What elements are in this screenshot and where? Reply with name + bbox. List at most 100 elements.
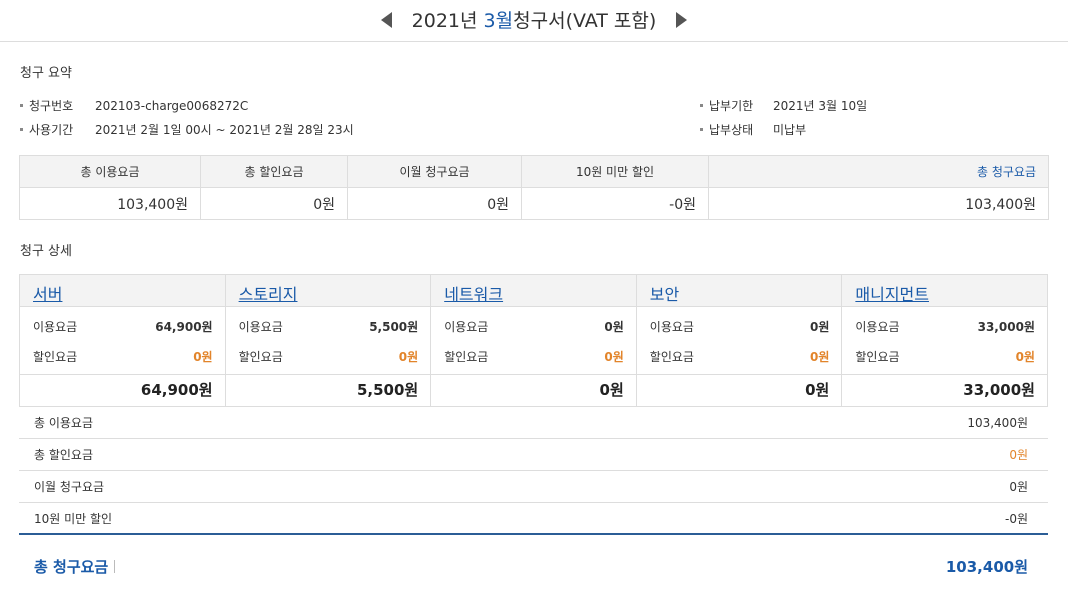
detail-column-management: 매니지먼트 이용요금 33,000원 할인요금 0원 33,000원	[842, 275, 1047, 406]
summary-total-usage: 103,400원	[19, 187, 201, 220]
invoice-title: 2021년 3월청구서(VAT 포함)	[0, 6, 1068, 33]
discount-label: 할인요금	[855, 349, 900, 364]
breakdown-label: 총 할인요금	[34, 448, 94, 462]
discount-line: 할인요금 0원	[444, 341, 624, 371]
grand-total-row: 총 청구요금 103,400원	[19, 548, 1048, 584]
prev-month-icon[interactable]	[380, 12, 392, 28]
summary-header-row: 총 이용요금 총 할인요금 이월 청구요금 10원 미만 할인 총 청구요금	[19, 155, 1049, 188]
due-label: 납부기한	[709, 99, 754, 113]
usage-line: 이용요금 5,500원	[239, 311, 419, 341]
summary-header-total-usage: 총 이용요금	[19, 155, 201, 188]
usage-line: 이용요금 0원	[650, 311, 830, 341]
breakdown-value: 0원	[1009, 448, 1028, 462]
column-header: 서버	[20, 275, 225, 307]
summary-header-rounding: 10원 미만 할인	[521, 155, 709, 188]
grand-total-value: 103,400원	[945, 557, 1028, 576]
column-total: 5,500원	[356, 381, 419, 399]
invoice-no-value: 202103-charge0068272C	[95, 99, 249, 113]
storage-link[interactable]: 스토리지	[239, 285, 298, 304]
breakdown-row-carryover: 이월 청구요금 0원	[19, 471, 1048, 503]
discount-amount: 0원	[604, 349, 624, 364]
due-row: 납부기한 2021년 3월 10일	[700, 97, 867, 114]
due-value: 2021년 3월 10일	[773, 99, 868, 113]
column-header: 보안	[636, 275, 842, 307]
usage-amount: 5,500원	[369, 319, 419, 334]
summary-header-total-billed: 총 청구요금	[708, 155, 1049, 188]
breakdown-value: 103,400원	[967, 416, 1028, 430]
discount-amount: 0원	[1015, 349, 1035, 364]
usage-label: 이용요금	[855, 319, 900, 334]
detail-column-security: 보안 이용요금 0원 할인요금 0원 0원	[636, 275, 843, 406]
breakdown-label: 총 이용요금	[34, 416, 94, 430]
discount-label: 할인요금	[238, 349, 283, 364]
summary-value-row: 103,400원 0원 0원 -0원 103,400원	[19, 187, 1049, 220]
column-total: 0원	[599, 381, 624, 399]
discount-amount: 0원	[398, 349, 419, 364]
discount-label: 할인요금	[649, 349, 694, 364]
discount-label: 할인요금	[444, 349, 489, 364]
detail-column-server: 서버 이용요금 64,900원 할인요금 0원 64,900원	[20, 275, 226, 406]
management-link[interactable]: 매니지먼트	[855, 285, 929, 304]
usage-label: 이용요금	[649, 319, 694, 334]
detail-column-network: 네트워크 이용요금 0원 할인요금 0원 0원	[431, 275, 637, 406]
breakdown-label: 10원 미만 할인	[34, 511, 113, 526]
column-body: 이용요금 33,000원 할인요금 0원	[842, 307, 1047, 375]
invoice-no-label: 청구번호	[29, 99, 74, 113]
summary-carryover: 0원	[347, 187, 522, 220]
title-month: 3월	[483, 10, 514, 32]
usage-label: 이용요금	[444, 319, 489, 334]
bullet-icon	[20, 104, 23, 107]
breakdown-row-total-usage: 총 이용요금 103,400원	[19, 407, 1048, 439]
discount-amount: 0원	[809, 349, 830, 364]
usage-amount: 33,000원	[977, 319, 1035, 334]
invoice-no-row: 청구번호 202103-charge0068272C	[20, 97, 248, 114]
summary-total-discount: 0원	[200, 187, 348, 220]
column-body: 이용요금 0원 할인요금 0원	[431, 307, 636, 375]
title-bar: 2021년 3월청구서(VAT 포함)	[0, 0, 1068, 42]
breakdown-row-total-discount: 총 할인요금 0원	[19, 439, 1048, 471]
discount-line: 할인요금 0원	[855, 341, 1035, 371]
column-total: 33,000원	[963, 381, 1035, 399]
bullet-icon	[20, 128, 23, 131]
status-label: 납부상태	[709, 123, 754, 137]
usage-label: 이용요금	[33, 319, 78, 334]
breakdown-value: -0원	[1004, 511, 1028, 526]
usage-amount: 64,900원	[155, 319, 213, 334]
usage-label: 이용요금	[238, 319, 283, 334]
column-header: 네트워크	[431, 275, 636, 307]
column-total: 64,900원	[140, 381, 213, 399]
period-value: 2021년 2월 1일 00시 ~ 2021년 2월 28일 23시	[95, 123, 354, 137]
server-link[interactable]: 서버	[33, 285, 62, 304]
status-row: 납부상태 미납부	[700, 121, 806, 138]
breakdown-row-rounding: 10원 미만 할인 -0원	[19, 503, 1048, 535]
bullet-icon	[700, 128, 703, 131]
column-total: 0원	[805, 381, 830, 399]
period-row: 사용기간 2021년 2월 1일 00시 ~ 2021년 2월 28일 23시	[20, 121, 354, 138]
grand-total-label: 총 청구요금	[34, 557, 109, 576]
title-year: 2021년	[411, 10, 484, 32]
discount-line: 할인요금 0원	[650, 341, 830, 371]
column-body: 이용요금 0원 할인요금 0원	[636, 307, 842, 375]
column-header: 스토리지	[225, 275, 431, 307]
discount-line: 할인요금 0원	[33, 341, 213, 371]
title-rest: 청구서(VAT 포함)	[513, 10, 657, 32]
usage-amount: 0원	[809, 319, 830, 334]
grand-total-label-wrap: 총 청구요금	[34, 556, 116, 577]
next-month-icon[interactable]	[676, 12, 688, 28]
summary-section-title: 청구 요약	[20, 66, 72, 81]
column-header: 매니지먼트	[842, 275, 1047, 307]
security-label: 보안	[649, 285, 680, 304]
summary-header-total-discount: 총 할인요금	[200, 155, 348, 188]
bullet-icon	[700, 104, 703, 107]
network-link[interactable]: 네트워크	[444, 285, 503, 304]
summary-rounding: -0원	[521, 187, 709, 220]
detail-section-title: 청구 상세	[20, 244, 72, 259]
usage-line: 이용요금 64,900원	[33, 311, 213, 341]
breakdown-value: 0원	[1009, 480, 1028, 494]
discount-line: 할인요금 0원	[239, 341, 419, 371]
discount-label: 할인요금	[33, 349, 78, 364]
discount-amount: 0원	[193, 349, 213, 364]
divider	[114, 559, 116, 573]
detail-column-storage: 스토리지 이용요금 5,500원 할인요금 0원 5,500원	[225, 275, 432, 406]
usage-line: 이용요금 0원	[444, 311, 624, 341]
